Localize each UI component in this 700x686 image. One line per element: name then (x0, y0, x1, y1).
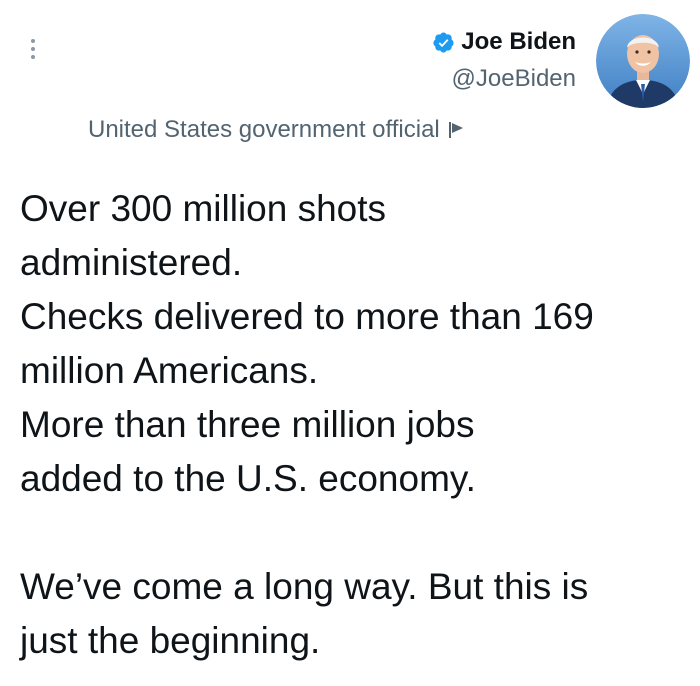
tweet-line: added to the U.S. economy. (20, 458, 476, 499)
tweet-line: We’ve come a long way. But this is (20, 566, 589, 607)
tweet-line: Checks delivered to more than 169 (20, 296, 594, 337)
tweet-text: Over 300 million shots administered. Che… (20, 182, 690, 668)
author-handle[interactable]: @JoeBiden (452, 64, 576, 94)
affiliation-text: United States government official (88, 116, 440, 143)
tweet-line: million Americans. (20, 350, 319, 391)
author-names: Joe Biden @JoeBiden (432, 14, 576, 94)
affiliation-label: United States government official (88, 114, 466, 146)
tweet-line: administered. (20, 242, 243, 283)
tweet-line: More than three million jobs (20, 404, 475, 445)
more-options-icon[interactable] (22, 36, 44, 62)
tweet-line: just the beginning. (20, 620, 321, 661)
avatar[interactable] (596, 14, 690, 108)
tweet-author-header: Joe Biden @JoeBiden (432, 14, 690, 108)
verified-badge-icon (433, 31, 454, 53)
display-name-row: Joe Biden (432, 26, 576, 58)
author-display-name[interactable]: Joe Biden (461, 26, 576, 58)
tweet-line: Over 300 million shots (20, 188, 387, 229)
flag-icon (448, 122, 463, 138)
